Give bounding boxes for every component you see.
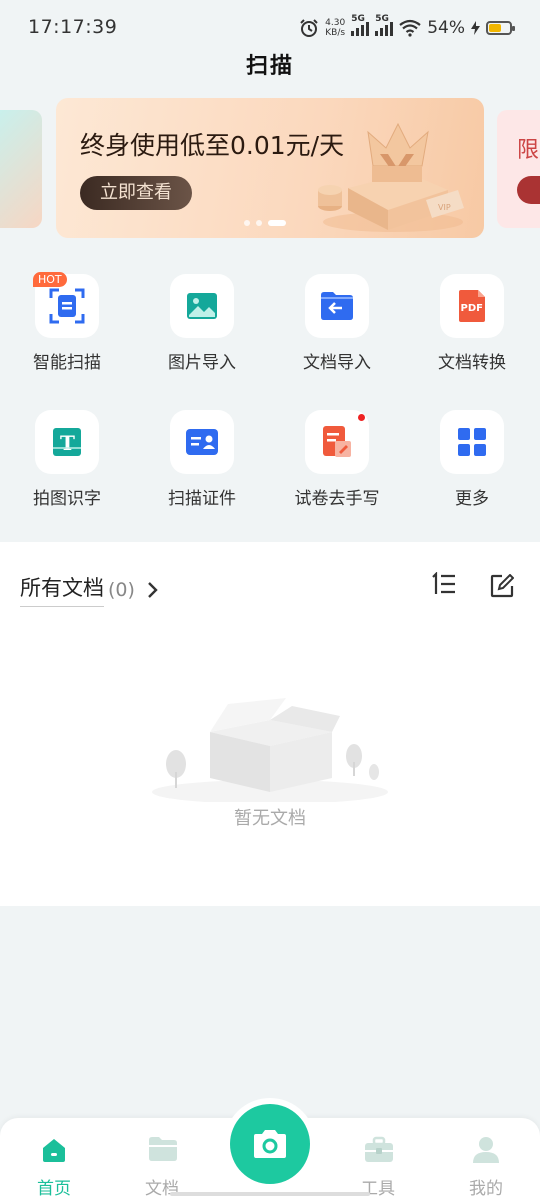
- camera-icon: [254, 1130, 286, 1158]
- edit-icon[interactable]: [490, 574, 514, 598]
- battery-icon: [486, 21, 515, 35]
- wifi-icon: [399, 19, 421, 37]
- signal-icon: 5G: [351, 14, 370, 36]
- tool-image-import[interactable]: 图片导入: [137, 274, 267, 373]
- banner-headline: 终身使用低至0.01元/天: [80, 131, 345, 160]
- ocr-text-icon: T: [53, 428, 81, 456]
- empty-box-illustration: [152, 698, 388, 802]
- image-import-icon: [187, 293, 217, 319]
- documents-section: 所有文档 (0) 暂无文档: [0, 542, 540, 906]
- all-documents-link[interactable]: 所有文档 (0): [20, 572, 159, 607]
- svg-text:VIP: VIP: [438, 203, 451, 212]
- documents-title: 所有文档: [20, 572, 104, 607]
- vip-crown-illustration: VIP: [318, 122, 464, 232]
- promo-banner[interactable]: 终身使用低至0.01元/天 立即查看 VIP: [56, 98, 484, 238]
- folder-icon: [149, 1137, 177, 1161]
- user-icon: [473, 1137, 499, 1163]
- banner-next-peek[interactable]: 限: [497, 110, 540, 228]
- tool-smart-scan[interactable]: HOT 智能扫描: [2, 272, 132, 373]
- new-dot: [358, 414, 365, 421]
- tool-more[interactable]: 更多: [407, 410, 537, 509]
- signal-icon-2: 5G: [375, 14, 394, 36]
- sort-list-icon[interactable]: [430, 572, 456, 596]
- hot-badge: HOT: [33, 272, 67, 287]
- svg-text:T: T: [60, 431, 75, 455]
- exam-erase-icon: [323, 426, 351, 457]
- empty-state-text: 暂无文档: [234, 808, 306, 829]
- toolbox-icon: [365, 1136, 393, 1162]
- alarm-icon: [300, 19, 318, 37]
- id-card-icon: [186, 429, 218, 455]
- documents-count: (0): [108, 578, 135, 601]
- carousel-indicator: [244, 220, 286, 226]
- tool-id-card[interactable]: 扫描证件: [137, 410, 267, 509]
- home-indicator: [170, 1192, 370, 1196]
- network-speed: 4.30 KB/s: [325, 18, 346, 38]
- battery-percent: 54%: [427, 18, 465, 38]
- smart-scan-icon: [49, 288, 85, 324]
- tool-ocr-text[interactable]: T 拍图识字: [2, 410, 132, 509]
- pdf-convert-icon: PDF: [459, 290, 485, 322]
- banner-prev-peek[interactable]: [0, 110, 42, 228]
- banner-view-button[interactable]: 立即查看: [80, 176, 192, 210]
- tool-doc-convert[interactable]: PDF 文档转换: [407, 274, 537, 373]
- home-icon: [43, 1139, 65, 1162]
- chevron-right-icon: [148, 581, 158, 598]
- clock: 17:17:39: [28, 16, 118, 38]
- tool-doc-import[interactable]: 文档导入: [272, 274, 402, 373]
- page-title: 扫描: [245, 54, 294, 79]
- camera-scan-button[interactable]: [230, 1104, 310, 1184]
- charging-icon: [471, 21, 480, 35]
- doc-import-icon: [321, 292, 353, 320]
- svg-text:PDF: PDF: [461, 303, 483, 314]
- tool-exam-erase[interactable]: 试卷去手写: [272, 410, 402, 509]
- more-grid-icon: [458, 428, 486, 456]
